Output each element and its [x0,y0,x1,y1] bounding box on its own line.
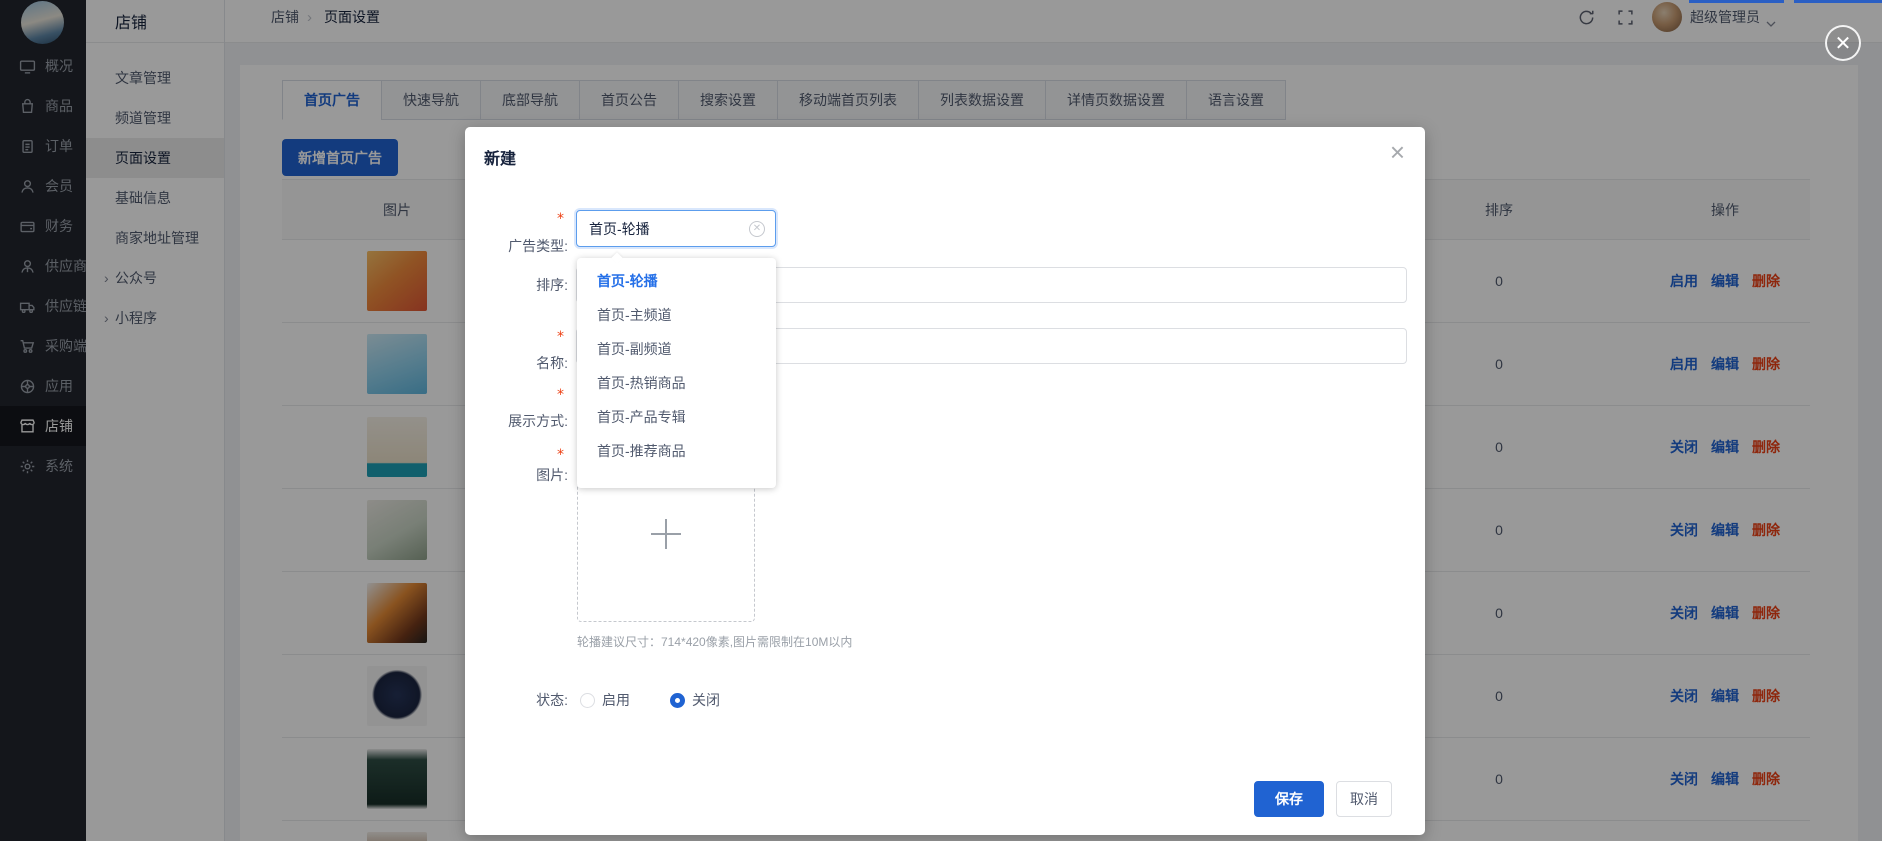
status-radio-unchecked[interactable]: 启用 [580,690,630,710]
dropdown-option[interactable]: 首页-热销商品 [577,366,776,400]
dropdown-option[interactable]: 首页-轮播 [577,264,776,298]
status-radio-checked[interactable]: 关闭 [670,690,720,710]
dropdown-option[interactable]: 首页-主频道 [577,298,776,332]
clear-icon[interactable]: ✕ [749,221,765,237]
image-size-hint: 轮播建议尺寸：714*420像素,图片需限制在10M以内 [577,633,852,650]
modal-footer: 保存 取消 [1254,781,1392,817]
dropdown-option[interactable]: 首页-副频道 [577,332,776,366]
sort-label: 排序: [465,267,568,303]
top-edge-strip [1794,0,1882,3]
ad-type-label: 广告类型: [465,210,568,247]
display-mode-label: 展示方式: [465,386,568,422]
name-label: 名称: [465,328,568,364]
form-row-status: 状态: 启用 关闭 [465,682,1425,718]
floating-close-button[interactable]: ✕ [1825,25,1861,61]
image-label: 图片: [465,446,568,470]
top-edge-strip [1689,0,1784,3]
ad-type-dropdown: 首页-轮播首页-主频道首页-副频道首页-热销商品首页-产品专辑首页-推荐商品 [577,258,776,488]
new-ad-modal: 新建 × 广告类型: 首页-轮播 ✕ 排序: 名称: 展示方式: [465,127,1425,835]
plus-icon [651,519,681,549]
admin-screen: 概况 商品 订单 会员 财务 供应商 供应链 采购端 应用 店铺 系统 店铺 文… [0,0,1882,841]
save-button[interactable]: 保存 [1254,781,1324,817]
status-label: 状态: [465,682,568,718]
radio-circle [580,693,595,708]
cancel-button[interactable]: 取消 [1336,781,1392,817]
dropdown-option[interactable]: 首页-产品专辑 [577,400,776,434]
ad-type-select[interactable]: 首页-轮播 ✕ [576,210,776,247]
ad-type-value: 首页-轮播 [589,219,650,239]
modal-title: 新建 [484,145,516,169]
form-row-ad-type: 广告类型: 首页-轮播 ✕ [465,210,1425,247]
modal-close-icon[interactable]: × [1390,139,1405,165]
status-radio-group: 启用 关闭 [580,682,760,718]
radio-circle [670,693,685,708]
dropdown-option[interactable]: 首页-推荐商品 [577,434,776,468]
